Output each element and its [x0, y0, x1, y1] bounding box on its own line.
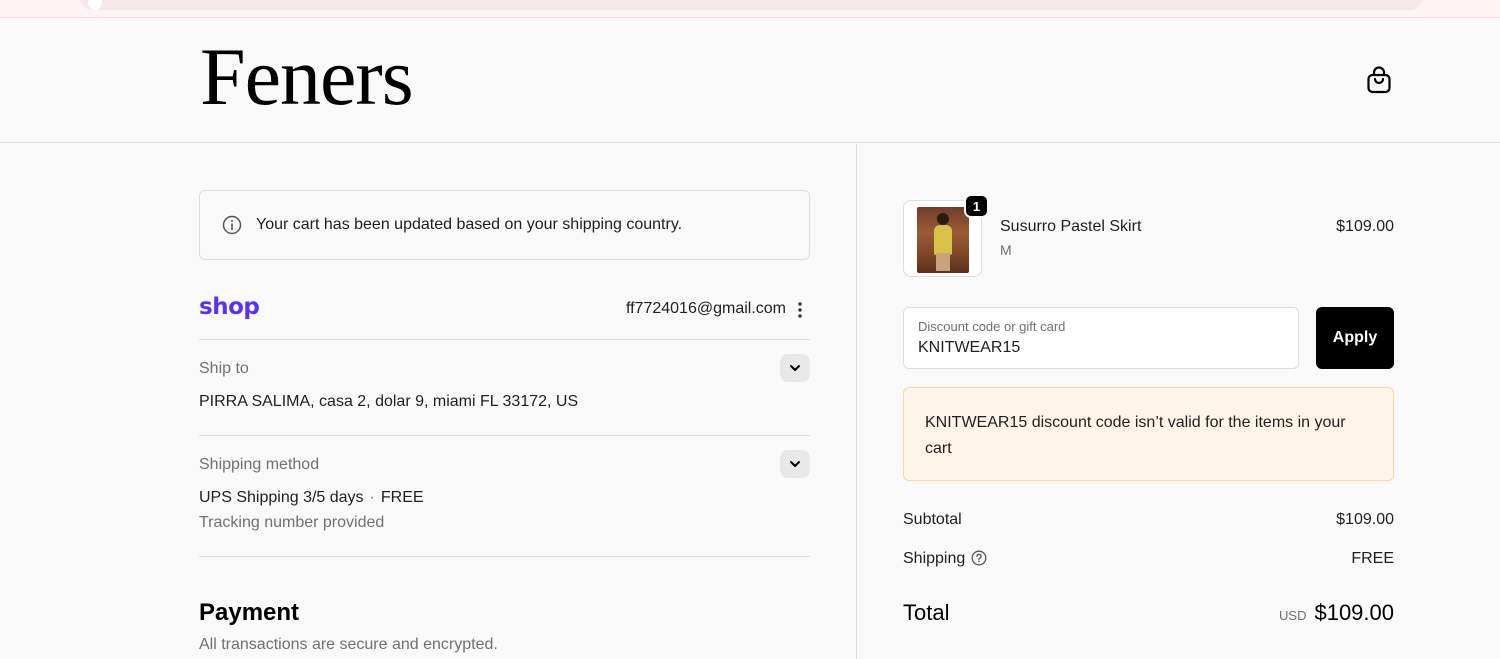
notice-text: Your cart has been updated based on your… — [256, 216, 683, 233]
subtotal-label: Subtotal — [903, 511, 962, 528]
currency-code: USD — [1279, 608, 1307, 623]
discount-error-message: KNITWEAR15 discount code isn’t valid for… — [903, 387, 1394, 481]
discount-field[interactable]: Discount code or gift card — [903, 307, 1299, 369]
total-value: $109.00 — [1314, 600, 1394, 625]
shipping-method-price: FREE — [380, 489, 424, 506]
ship-to-address: PIRRA SALIMA, casa 2, dolar 9, miami FL … — [199, 393, 579, 410]
shop-pay-logo: shop — [199, 294, 260, 320]
account-email: ff7724016@gmail.com — [625, 300, 786, 317]
column-divider — [856, 144, 857, 659]
shipping-method-label: Shipping method — [199, 456, 320, 473]
kebab-menu-icon[interactable] — [792, 300, 808, 320]
shop-account-row: shop ff7724016@gmail.com — [199, 292, 810, 340]
checkout-header: Feners — [0, 18, 1500, 143]
total-label: Total — [903, 600, 950, 625]
shopping-bag-icon[interactable] — [1366, 66, 1392, 94]
shipping-value: FREE — [1351, 550, 1394, 567]
shipping-row: Shipping FREE — [903, 550, 1394, 568]
subtotal-value: $109.00 — [1336, 511, 1394, 528]
shipping-method-separator: · — [369, 489, 375, 506]
top-banner — [0, 0, 1500, 18]
product-variant: M — [1000, 242, 1012, 258]
discount-field-label: Discount code or gift card — [918, 319, 1066, 334]
shipping-method-value: UPS Shipping 3/5 days · FREE — [199, 489, 424, 507]
info-icon — [222, 215, 242, 235]
shipping-method-toggle-button[interactable] — [780, 450, 810, 478]
product-image — [917, 207, 969, 273]
shipping-method-name: UPS Shipping 3/5 days — [199, 489, 364, 506]
shipping-method-section: Shipping method UPS Shipping 3/5 days · FR… — [199, 436, 810, 557]
subtotal-row: Subtotal $109.00 — [903, 511, 1394, 529]
shipping-method-note: Tracking number provided — [199, 514, 385, 531]
product-price: $109.00 — [1336, 218, 1394, 235]
top-banner-pill — [80, 0, 1422, 10]
product-name: Susurro Pastel Skirt — [1000, 218, 1142, 235]
shipping-label: Shipping — [903, 550, 966, 567]
total-amount-group: USD $109.00 — [1279, 600, 1394, 626]
payment-subtitle: All transactions are secure and encrypte… — [199, 636, 498, 653]
quantity-badge: 1 — [964, 194, 989, 218]
help-icon[interactable] — [971, 550, 987, 566]
brand-logo[interactable]: Feners — [200, 36, 414, 118]
total-row: Total USD $109.00 — [903, 600, 1394, 626]
chevron-down-icon — [790, 461, 800, 467]
ship-to-label: Ship to — [199, 360, 249, 377]
top-banner-dot — [88, 0, 102, 10]
payment-title: Payment — [199, 599, 300, 626]
discount-input[interactable] — [918, 339, 1278, 357]
ship-to-toggle-button[interactable] — [780, 354, 810, 382]
chevron-down-icon — [790, 365, 800, 371]
apply-discount-button[interactable]: Apply — [1316, 307, 1394, 369]
ship-to-section: Ship to PIRRA SALIMA, casa 2, dolar 9, m… — [199, 340, 810, 436]
cart-updated-notice: Your cart has been updated based on your… — [199, 190, 810, 260]
